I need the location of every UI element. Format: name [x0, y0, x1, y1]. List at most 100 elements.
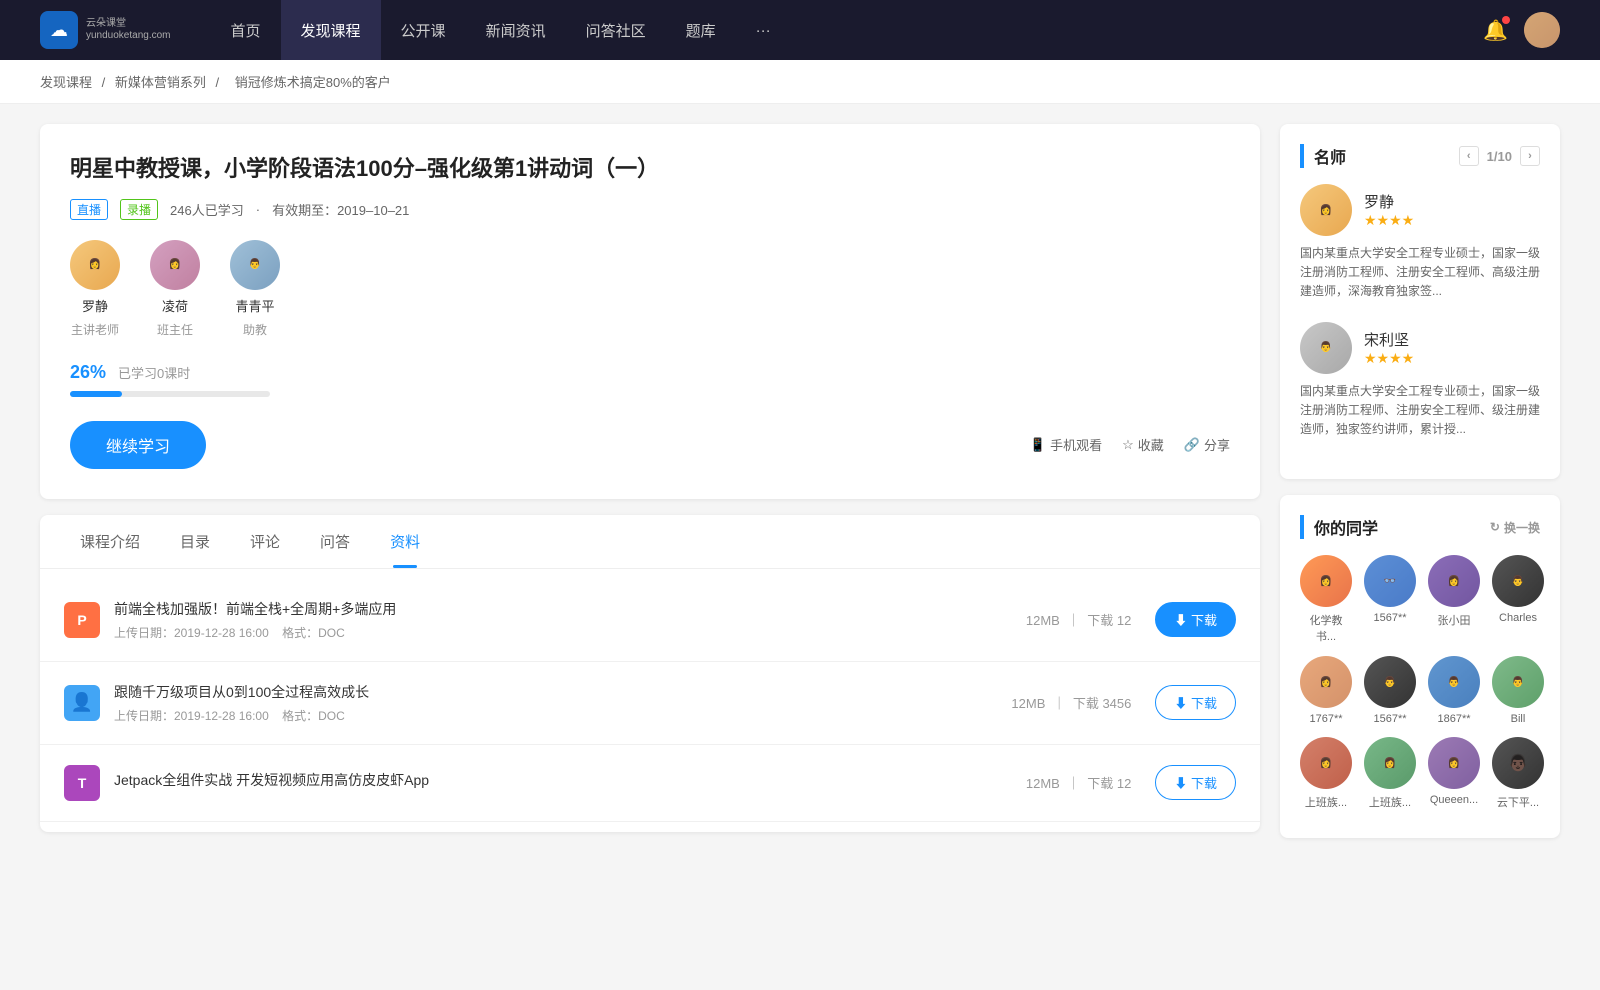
resource-icon-0: P — [64, 602, 100, 638]
page-indicator: 1/10 — [1487, 149, 1512, 164]
nav-news[interactable]: 新闻资讯 — [466, 0, 566, 60]
meta-dot: · — [256, 202, 260, 217]
classmate-name-1: 1567** — [1373, 612, 1406, 624]
resource-stats-2: 12MB ｜ 下载 12 — [1026, 773, 1132, 792]
nav-more[interactable]: ··· — [736, 0, 791, 60]
classmate-name-7: Bill — [1511, 713, 1526, 725]
classmate-name-4: 1767** — [1309, 713, 1342, 725]
tag-record: 录播 — [120, 199, 158, 220]
classmate-avatar-0: 👩 — [1300, 555, 1352, 607]
nav-open[interactable]: 公开课 — [381, 0, 466, 60]
breadcrumb: 发现课程 / 新媒体营销系列 / 销冠修炼术搞定80%的客户 — [0, 60, 1600, 104]
content-area: 明星中教授课，小学阶段语法100分–强化级第1讲动词（一） 直播 录播 246人… — [40, 124, 1260, 854]
classmate-name-3: Charles — [1499, 612, 1537, 624]
classmate-name-11: 云下平... — [1497, 794, 1539, 810]
tab-catalog[interactable]: 目录 — [160, 515, 230, 568]
breadcrumb-sep2: / — [216, 75, 223, 90]
tag-live: 直播 — [70, 199, 108, 220]
nav-qa[interactable]: 问答社区 — [566, 0, 666, 60]
notification-bell[interactable]: 🔔 — [1483, 18, 1508, 43]
breadcrumb-link-series[interactable]: 新媒体营销系列 — [115, 75, 206, 90]
action-buttons: 📱 手机观看 ☆ 收藏 🔗 分享 — [1030, 435, 1230, 454]
classmate-avatar-8: 👩 — [1300, 737, 1352, 789]
resource-icon-2: T — [64, 765, 100, 801]
tab-review[interactable]: 评论 — [230, 515, 300, 568]
classmate-name-2: 张小田 — [1438, 612, 1471, 628]
classmate-avatar-5: 👨 — [1364, 656, 1416, 708]
classmate-item-6[interactable]: 👨 1867** — [1428, 656, 1480, 725]
logo-box: ☁ — [40, 11, 78, 49]
teacher-item-1: 👩 凌荷 班主任 — [150, 240, 200, 338]
tab-material[interactable]: 资料 — [370, 515, 440, 568]
teacher-avatar-0: 👩 — [70, 240, 120, 290]
logo-area[interactable]: ☁ 云朵课堂 yunduoketang.com — [40, 11, 171, 49]
classmate-item-3[interactable]: 👨 Charles — [1492, 555, 1544, 644]
classmates-grid: 👩 化学教书... 👓 1567** 👩 张小田 👨 Charles — [1300, 555, 1540, 810]
nav-discover[interactable]: 发现课程 — [281, 0, 381, 60]
nav-quiz[interactable]: 题库 — [666, 0, 736, 60]
classmate-item-8[interactable]: 👩 上班族... — [1300, 737, 1352, 810]
classmate-item-9[interactable]: 👩 上班族... — [1364, 737, 1416, 810]
resource-item: 👤 跟随千万级项目从0到100全过程高效成长 上传日期：2019-12-28 1… — [40, 662, 1260, 745]
classmate-avatar-11: 👨🏿 — [1492, 737, 1544, 789]
resource-meta-0: 上传日期：2019-12-28 16:00 格式：DOC — [114, 624, 1026, 641]
classmate-item-1[interactable]: 👓 1567** — [1364, 555, 1416, 644]
resource-info-2: Jetpack全组件实战 开发短视频应用高仿皮皮虾App — [114, 770, 1026, 795]
resource-item: P 前端全栈加强版！前端全栈+全周期+多端应用 上传日期：2019-12-28 … — [40, 579, 1260, 662]
classmate-avatar-7: 👨 — [1492, 656, 1544, 708]
download-button-1[interactable]: ⬇ 下载 — [1155, 685, 1236, 720]
teacher-sidebar-name-1: 宋利坚 — [1364, 329, 1414, 350]
progress-bar-bg — [70, 391, 270, 397]
continue-learning-button[interactable]: 继续学习 — [70, 421, 206, 469]
classmate-avatar-9: 👩 — [1364, 737, 1416, 789]
star-icon: ☆ — [1122, 437, 1134, 453]
course-title: 明星中教授课，小学阶段语法100分–强化级第1讲动词（一） — [70, 154, 1230, 185]
resource-name-2: Jetpack全组件实战 开发短视频应用高仿皮皮虾App — [114, 770, 1026, 790]
refresh-classmates-button[interactable]: ↻ 换一换 — [1490, 519, 1540, 536]
download-button-2[interactable]: ⬇ 下载 — [1155, 765, 1236, 800]
teacher-name-1: 凌荷 — [162, 296, 188, 315]
classmate-item-5[interactable]: 👨 1567** — [1364, 656, 1416, 725]
classmate-name-6: 1867** — [1437, 713, 1470, 725]
classmate-item-7[interactable]: 👨 Bill — [1492, 656, 1544, 725]
teacher-sidebar-info-0: 罗静 ★★★★ — [1364, 191, 1414, 229]
collect-button[interactable]: ☆ 收藏 — [1122, 435, 1164, 454]
phone-watch-button[interactable]: 📱 手机观看 — [1030, 435, 1102, 454]
teacher-item-0: 👩 罗静 主讲老师 — [70, 240, 120, 338]
classmate-item-2[interactable]: 👩 张小田 — [1428, 555, 1480, 644]
teacher-sidebar-info-1: 宋利坚 ★★★★ — [1364, 329, 1414, 367]
teachers-row: 👩 罗静 主讲老师 👩 凌荷 班主任 👨 青青平 — [70, 240, 1230, 338]
prev-page-btn[interactable]: ‹ — [1459, 146, 1479, 166]
classmate-name-5: 1567** — [1373, 713, 1406, 725]
teacher-role-1: 班主任 — [157, 321, 193, 338]
tab-intro[interactable]: 课程介绍 — [60, 515, 160, 568]
tabs-card: 课程介绍 目录 评论 问答 资料 P 前端全栈加强版！前端全栈+全周期+多端应用… — [40, 515, 1260, 832]
teacher-sidebar-avatar-0: 👩 — [1300, 184, 1352, 236]
classmates-sidebar-card: 你的同学 ↻ 换一换 👩 化学教书... 👓 1567** 👩 — [1280, 495, 1560, 838]
classmate-item-11[interactable]: 👨🏿 云下平... — [1492, 737, 1544, 810]
user-avatar[interactable] — [1524, 12, 1560, 48]
classmate-item-4[interactable]: 👩 1767** — [1300, 656, 1352, 725]
next-page-btn[interactable]: › — [1520, 146, 1540, 166]
nav-home[interactable]: 首页 — [211, 0, 281, 60]
valid-until: 有效期至：2019–10–21 — [272, 200, 409, 219]
teacher-sidebar-item-1: 👨 宋利坚 ★★★★ 国内某重点大学安全工程专业硕士，国家一级注册消防工程师、注… — [1300, 322, 1540, 440]
resource-list: P 前端全栈加强版！前端全栈+全周期+多端应用 上传日期：2019-12-28 … — [40, 569, 1260, 832]
breadcrumb-current: 销冠修炼术搞定80%的客户 — [235, 75, 391, 90]
teacher-sidebar-avatar-1: 👨 — [1300, 322, 1352, 374]
breadcrumb-link-discover[interactable]: 发现课程 — [40, 75, 92, 90]
course-meta: 直播 录播 246人已学习 · 有效期至：2019–10–21 — [70, 199, 1230, 220]
download-button-0[interactable]: ⬇ 下载 — [1155, 602, 1236, 637]
teacher-item-2: 👨 青青平 助教 — [230, 240, 280, 338]
share-button[interactable]: 🔗 分享 — [1184, 435, 1230, 454]
resource-icon-1: 👤 — [64, 685, 100, 721]
classmate-item-10[interactable]: 👩 Queeen... — [1428, 737, 1480, 810]
resource-stats-0: 12MB ｜ 下载 12 — [1026, 610, 1132, 629]
tab-qa[interactable]: 问答 — [300, 515, 370, 568]
classmate-avatar-10: 👩 — [1428, 737, 1480, 789]
classmate-name-9: 上班族... — [1369, 794, 1411, 810]
logo-icon: ☁ — [50, 20, 68, 41]
breadcrumb-sep1: / — [102, 75, 109, 90]
classmate-name-8: 上班族... — [1305, 794, 1347, 810]
classmate-item-0[interactable]: 👩 化学教书... — [1300, 555, 1352, 644]
